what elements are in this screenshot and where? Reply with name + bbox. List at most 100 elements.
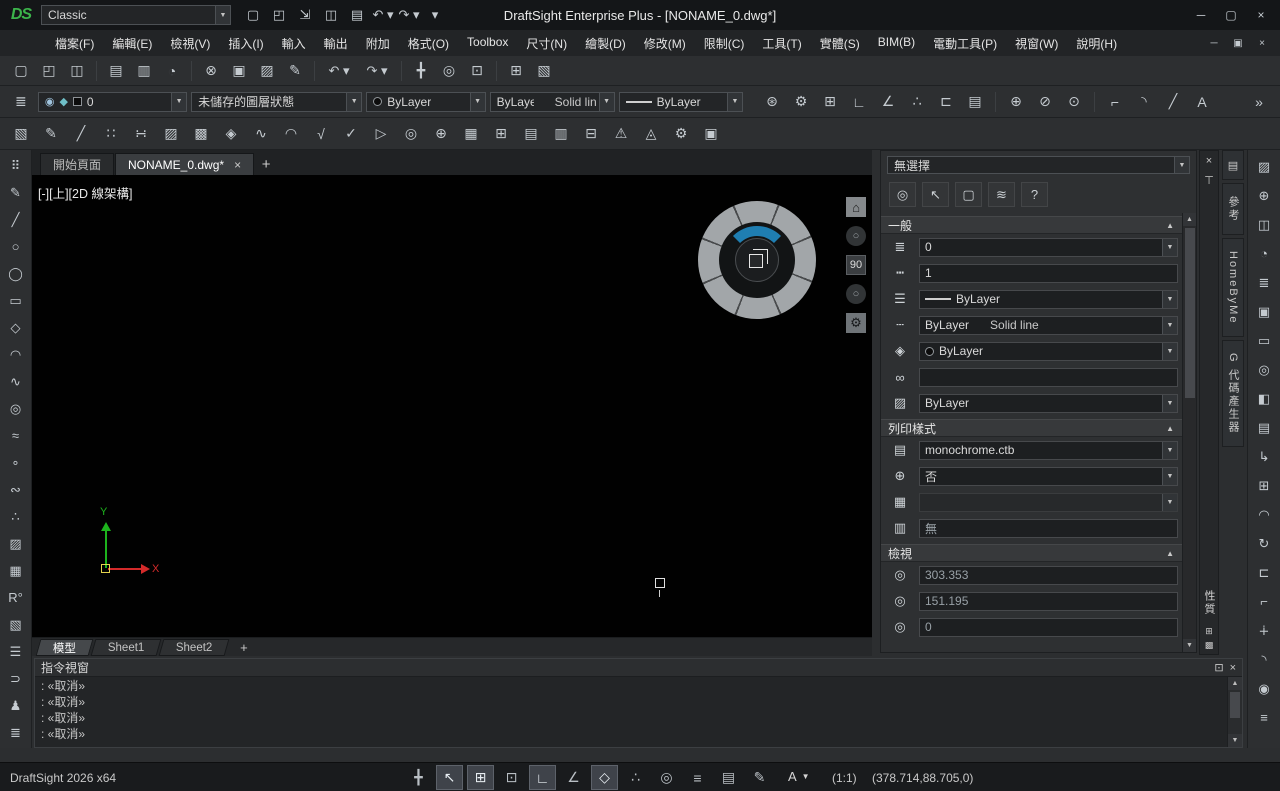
home-view-button[interactable]: ⌂ xyxy=(846,197,866,217)
print-area-combo[interactable]: ▼ xyxy=(919,492,1178,512)
properties-scrollbar[interactable]: ▲ ▼ xyxy=(1182,213,1196,652)
boundary-button[interactable]: ◈ xyxy=(218,122,244,146)
scroll-down-icon[interactable]: ▼ xyxy=(1182,639,1196,652)
menu-import[interactable]: 輸入 xyxy=(273,30,315,57)
smart-select-button[interactable]: ◎ xyxy=(889,182,916,207)
plus-tool-button[interactable]: ∔ xyxy=(1250,616,1278,645)
standards-button[interactable]: ◬ xyxy=(638,122,664,146)
close-window-button[interactable]: × xyxy=(1230,661,1236,674)
export-table-button[interactable]: ⊟ xyxy=(578,122,604,146)
scroll-down-icon[interactable]: ▼ xyxy=(1228,734,1242,747)
mdi-minimize-button[interactable]: ─ xyxy=(1202,33,1226,53)
play-button[interactable]: ▷ xyxy=(368,122,394,146)
reference-edit-button[interactable]: ⊏ xyxy=(933,90,959,114)
quick-filter-button[interactable]: ≋ xyxy=(988,182,1015,207)
transparency-combo[interactable]: ByLayer ▼ xyxy=(919,393,1178,413)
scrollbar-thumb[interactable] xyxy=(1230,692,1240,718)
sheet-tab-sheet1[interactable]: Sheet1 xyxy=(90,638,162,656)
command-scrollbar[interactable]: ▲ ▼ xyxy=(1227,677,1242,747)
close-button[interactable]: × xyxy=(1246,3,1276,27)
command-window-header[interactable]: 指令視窗 ⊡ × xyxy=(35,659,1242,677)
circle-tangent-button[interactable]: ⊘ xyxy=(1032,90,1058,114)
table-button[interactable]: ▦ xyxy=(458,122,484,146)
wheel-hub[interactable] xyxy=(735,238,779,282)
sheet-tab-sheet2[interactable]: Sheet2 xyxy=(159,638,231,656)
dock-fill-button[interactable]: ▩ xyxy=(1201,639,1217,652)
properties-painter-button[interactable]: ✎ xyxy=(282,59,308,83)
print-table-combo[interactable]: monochrome.ctb ▼ xyxy=(919,440,1178,460)
hatch-button[interactable]: ▨ xyxy=(158,122,184,146)
tab-current-drawing[interactable]: NONAME_0.dwg* × xyxy=(115,153,255,175)
circle-point-button[interactable]: ⊙ xyxy=(1061,90,1087,114)
orbit-up-button[interactable]: ○ xyxy=(846,226,866,246)
schedule-button[interactable]: ▤ xyxy=(518,122,544,146)
locate-button[interactable]: ⊕ xyxy=(428,122,454,146)
pencil-button[interactable]: ✎ xyxy=(2,179,30,206)
new-tab-button[interactable]: + xyxy=(255,153,277,175)
view-center-y-input[interactable]: 151.195 xyxy=(919,591,1178,611)
sheet-tab-model[interactable]: 模型 xyxy=(35,638,94,656)
menu-modify[interactable]: 修改(M) xyxy=(635,30,695,57)
new-button[interactable]: ▢ xyxy=(240,4,266,26)
view-center-x-input[interactable]: 303.353 xyxy=(919,565,1178,585)
sheet-button[interactable]: ▤ xyxy=(1250,413,1278,442)
entity-bias-button[interactable]: ◎ xyxy=(653,765,680,790)
arc-button[interactable]: ◠ xyxy=(2,341,30,368)
section-print-style[interactable]: 列印樣式 ▲ xyxy=(881,419,1182,437)
save-button[interactable]: ◫ xyxy=(64,59,90,83)
fillet-button[interactable]: ◝ xyxy=(1131,90,1157,114)
tab-start-page[interactable]: 開始頁面 xyxy=(40,153,115,175)
command-history[interactable]: : «取消»: «取消»: «取消»: «取消» xyxy=(35,677,1242,743)
close-tab-icon[interactable]: × xyxy=(234,158,241,172)
menu-toolbox[interactable]: Toolbox xyxy=(458,30,517,57)
menu-view[interactable]: 檢視(V) xyxy=(161,30,219,57)
grid-button[interactable]: ⊞ xyxy=(467,765,494,790)
menu-help[interactable]: 說明(H) xyxy=(1067,30,1126,57)
paste-button[interactable]: ▨ xyxy=(254,59,280,83)
track-button[interactable]: ∴ xyxy=(904,90,930,114)
viewport-controls-label[interactable]: [-][上][2D 線架構] xyxy=(38,183,132,202)
hatch-button[interactable]: ▨ xyxy=(2,530,30,557)
dock-grid-button[interactable]: ⊞ xyxy=(1201,625,1217,638)
menu-addins[interactable]: 附加 xyxy=(357,30,399,57)
print-origin-input[interactable]: 無 xyxy=(919,518,1178,538)
open-button[interactable]: ◰ xyxy=(36,59,62,83)
redo-button[interactable]: ↷ ▾ xyxy=(359,59,395,83)
select-entities-button[interactable]: ↖ xyxy=(922,182,949,207)
etrack-button[interactable]: ∴ xyxy=(622,765,649,790)
stack-button[interactable]: ≡ xyxy=(1250,703,1278,732)
scroll-up-icon[interactable]: ▲ xyxy=(1182,213,1196,226)
section-view[interactable]: 檢視 ▲ xyxy=(881,544,1182,562)
clip-button[interactable]: ⊃ xyxy=(2,665,30,692)
circle-tangent-button[interactable]: ◎ xyxy=(2,395,30,422)
round-corner-button[interactable]: ◝ xyxy=(1250,645,1278,674)
print-button[interactable]: ▤ xyxy=(344,4,370,26)
menu-insert[interactable]: 插入(I) xyxy=(219,30,272,57)
selection-filter-combo[interactable]: 無選擇 ▼ xyxy=(887,156,1190,174)
list-button[interactable]: ☰ xyxy=(2,638,30,665)
rectangle-button[interactable]: ▭ xyxy=(2,287,30,314)
ortho-button[interactable]: ∟ xyxy=(846,90,872,114)
menu-tools[interactable]: 工具(T) xyxy=(753,30,810,57)
minimize-button[interactable]: ─ xyxy=(1186,3,1216,27)
snap-marker-button[interactable]: ╋ xyxy=(405,765,432,790)
arc-3point-button[interactable]: ◠ xyxy=(278,122,304,146)
point-button[interactable]: ∘ xyxy=(2,449,30,476)
chamfer-button[interactable]: ⌐ xyxy=(1102,90,1128,114)
section-general[interactable]: 一般 ▲ xyxy=(881,216,1182,234)
lineweight-combo[interactable]: ByLayer ▼ xyxy=(919,289,1178,309)
offset-button[interactable]: ⊏ xyxy=(1250,558,1278,587)
warning-button[interactable]: ⚠ xyxy=(608,122,634,146)
orbit-down-button[interactable]: ○ xyxy=(846,284,866,304)
toolbar-overflow-button[interactable]: » xyxy=(1246,90,1272,114)
redo-button[interactable]: ↷ ▾ xyxy=(396,4,422,26)
print-button[interactable]: ▤ xyxy=(103,59,129,83)
annotation-scale-selector[interactable]: A ▼ xyxy=(788,769,810,784)
layers-manager-button[interactable]: ≣ xyxy=(8,90,34,114)
angle-reference-button[interactable]: R° xyxy=(2,584,30,611)
line-button[interactable]: ╱ xyxy=(1160,90,1186,114)
annotation-scale-button[interactable]: ▤ xyxy=(962,90,988,114)
validate-button[interactable]: ✓ xyxy=(338,122,364,146)
import-button[interactable]: ⇲ xyxy=(292,4,318,26)
float-window-button[interactable]: ⊡ xyxy=(1214,661,1223,674)
